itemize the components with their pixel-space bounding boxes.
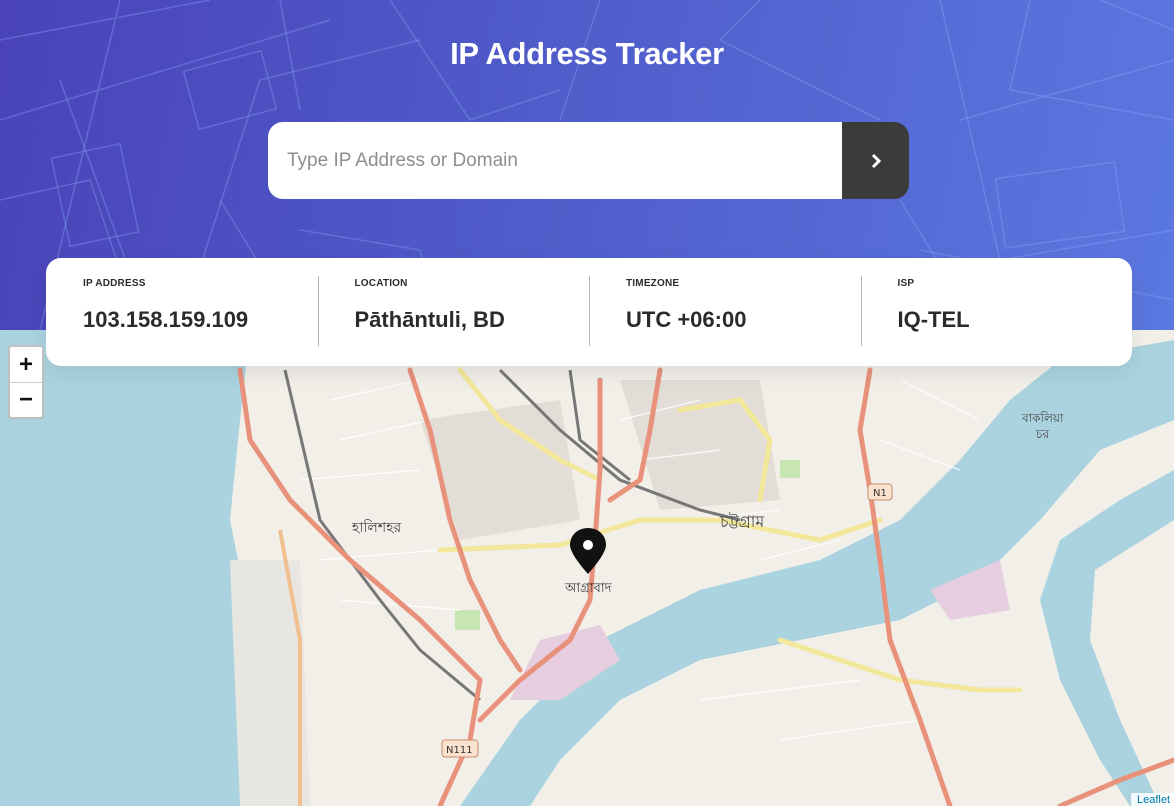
map-tiles: হালিশহর চট্টগ্রাম বাকলিয়া চর আগ্রাবাদ N… — [0, 330, 1174, 806]
ip-address-label: IP ADDRESS — [83, 278, 146, 289]
zoom-in-button[interactable]: + — [10, 347, 42, 382]
ip-address-value: 103.158.159.109 — [83, 307, 249, 332]
info-location: LOCATION Pāthāntuli, BD — [317, 258, 590, 366]
search-submit-button[interactable] — [842, 122, 909, 199]
info-ip-address: IP ADDRESS 103.158.159.109 — [46, 258, 318, 366]
chevron-right-icon — [871, 153, 881, 168]
location-label: LOCATION — [354, 278, 408, 289]
ip-info-card: IP ADDRESS 103.158.159.109 LOCATION Pāth… — [46, 258, 1132, 366]
page-title: IP Address Tracker — [450, 36, 724, 71]
isp-label: ISP — [897, 278, 915, 289]
timezone-value: UTC +06:00 — [626, 307, 747, 332]
location-pin-icon[interactable] — [570, 528, 606, 574]
timezone-label: TIMEZONE — [626, 278, 680, 289]
road-shield-n1: N1 — [867, 483, 893, 501]
map-view[interactable]: হালিশহর চট্টগ্রাম বাকলিয়া চর আগ্রাবাদ N… — [0, 330, 1174, 806]
map-label-bakalia-1: বাকলিয়া — [1021, 411, 1064, 425]
info-timezone: TIMEZONE UTC +06:00 — [589, 258, 861, 366]
svg-text:N1: N1 — [873, 488, 887, 499]
search-input[interactable] — [268, 122, 842, 199]
marker-label: আগ্রাবাদ — [564, 581, 612, 596]
road-shield-n111: N111 — [441, 739, 479, 758]
search-bar — [268, 122, 909, 199]
location-value: Pāthāntuli, BD — [354, 307, 505, 332]
map-attribution[interactable]: Leaflet — [1130, 793, 1174, 806]
zoom-out-button[interactable]: − — [10, 382, 42, 417]
map-label-city: চট্টগ্রাম — [719, 512, 765, 531]
map-label-halishahar: হালিশহর — [351, 519, 401, 536]
isp-value: IQ-TEL — [897, 307, 970, 332]
zoom-control: + − — [8, 345, 44, 419]
info-isp: ISP IQ-TEL — [860, 258, 1133, 366]
map-label-bakalia-2: চর — [1035, 427, 1049, 441]
svg-text:N111: N111 — [446, 745, 473, 756]
